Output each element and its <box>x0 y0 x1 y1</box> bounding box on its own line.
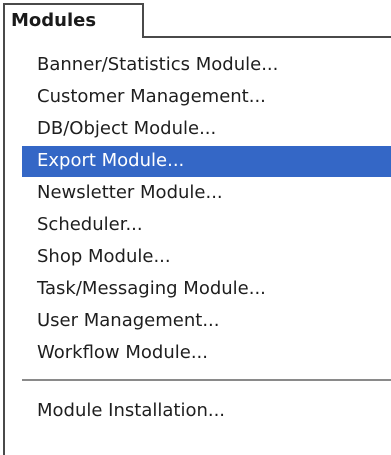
menu-item-db-object[interactable]: DB/Object Module... <box>22 114 391 145</box>
menu-item-newsletter[interactable]: Newsletter Module... <box>22 178 391 209</box>
menu-item-export[interactable]: Export Module... <box>22 146 391 177</box>
menu-item-scheduler[interactable]: Scheduler... <box>22 210 391 241</box>
menu-item-banner-statistics[interactable]: Banner/Statistics Module... <box>22 50 391 81</box>
menu-item-shop[interactable]: Shop Module... <box>22 242 391 273</box>
menu-item-customer-management[interactable]: Customer Management... <box>22 82 391 113</box>
modules-dropdown-menu: Banner/Statistics Module... Customer Man… <box>3 36 391 455</box>
menu-item-task-messaging[interactable]: Task/Messaging Module... <box>22 274 391 305</box>
menu-item-user-management[interactable]: User Management... <box>22 306 391 337</box>
menu-item-workflow[interactable]: Workflow Module... <box>22 338 391 369</box>
menu-item-module-installation[interactable]: Module Installation... <box>22 396 391 427</box>
menu-separator <box>22 379 391 381</box>
modules-menu-title[interactable]: Modules <box>3 3 144 38</box>
